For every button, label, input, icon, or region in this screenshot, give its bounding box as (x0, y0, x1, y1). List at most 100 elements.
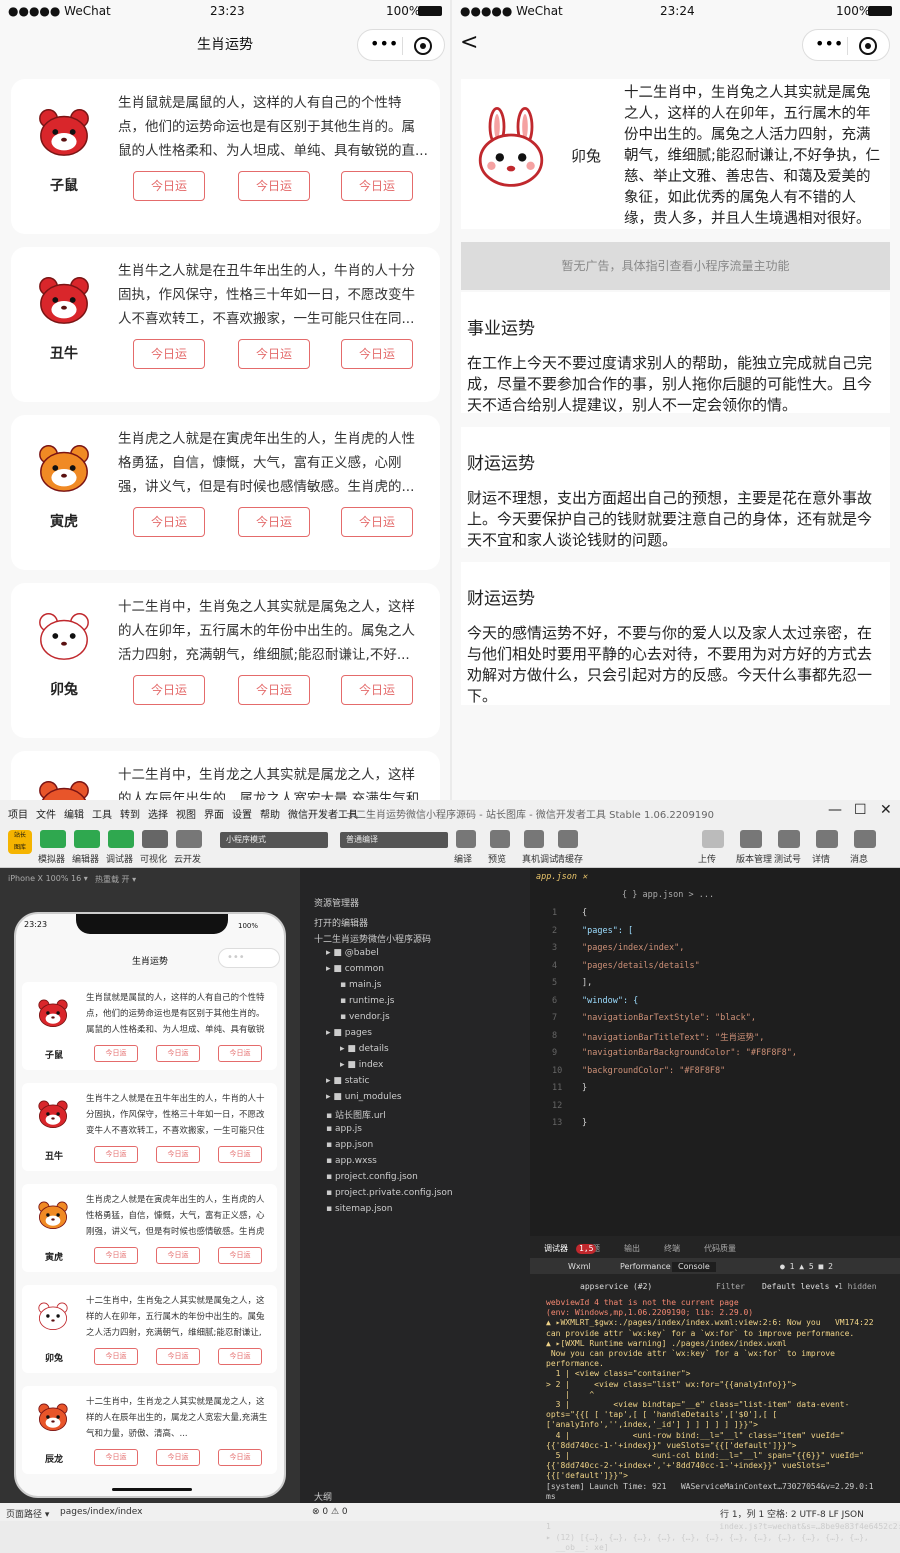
today-fortune-button[interactable]: 今日运 (94, 1449, 138, 1466)
today-fortune-button[interactable]: 今日运 (218, 1045, 262, 1062)
today-fortune-button[interactable]: 今日运 (238, 171, 310, 201)
menu-item[interactable]: 帮助 (260, 806, 280, 821)
maximize-icon[interactable]: ☐ (854, 802, 867, 818)
folder-item[interactable]: ▸ ■ uni_modules (326, 1092, 402, 1102)
menu-item[interactable]: 转到 (120, 806, 140, 821)
today-fortune-button[interactable]: 今日运 (238, 675, 310, 705)
file-item[interactable]: ▪ 站长图库.url (326, 1108, 386, 1121)
toolbar-mid-button[interactable] (558, 830, 578, 848)
toolbar-right-button[interactable] (740, 830, 762, 848)
close-miniprogram-icon[interactable] (414, 37, 432, 55)
today-fortune-button[interactable]: 今日运 (133, 507, 205, 537)
today-fortune-button[interactable]: 今日运 (238, 507, 310, 537)
device-select[interactable]: iPhone X 100% 16 ▾ (8, 874, 88, 883)
today-fortune-button[interactable]: 今日运 (156, 1348, 200, 1365)
code-editor[interactable]: app.json ✕ { } app.json > ... 1{2 "pages… (530, 868, 900, 1236)
toolbar-right-button[interactable] (702, 830, 724, 848)
toolbar-3-button[interactable] (142, 830, 168, 848)
close-icon[interactable]: ✕ (880, 802, 892, 818)
menu-item[interactable]: 微信开发者工具 (288, 806, 358, 821)
menu-capsule[interactable]: ••• (802, 29, 890, 61)
today-fortune-button[interactable]: 今日运 (156, 1449, 200, 1466)
file-item[interactable]: ▪ main.js (340, 980, 382, 990)
toolbar-mid-button[interactable] (490, 830, 510, 848)
today-fortune-button[interactable]: 今日运 (156, 1045, 200, 1062)
zodiac-card[interactable]: 卯兔 十二生肖中，生肖兔之人其实就是属兔之人，这样的人在卯年，五行属木的年份中出生… (11, 583, 440, 738)
today-fortune-button[interactable]: 今日运 (94, 1146, 138, 1163)
folder-item[interactable]: ▸ ■ index (340, 1060, 383, 1070)
folder-item[interactable]: ▸ ■ common (326, 964, 384, 974)
toolbar-mid-button[interactable] (524, 830, 544, 848)
issue-counts[interactable]: ⊗ 0 ⚠ 0 (312, 1507, 348, 1517)
today-fortune-button[interactable]: 今日运 (218, 1449, 262, 1466)
today-fortune-button[interactable]: 今日运 (218, 1348, 262, 1365)
sim-zodiac-card[interactable]: 子鼠 生肖鼠就是属鼠的人，这样的人有自己的个性特点，他们的运势命运也是有区别于其他… (22, 982, 277, 1070)
today-fortune-button[interactable]: 今日运 (156, 1247, 200, 1264)
file-item[interactable]: ▪ app.wxss (326, 1156, 377, 1166)
sim-zodiac-card[interactable]: 寅虎 生肖虎之人就是在寅虎年出生的人，生肖虎的人性格勇猛，自信，慷慨，大气，富有正… (22, 1184, 277, 1272)
toolbar-mid-button[interactable] (456, 830, 476, 848)
today-fortune-button[interactable]: 今日运 (218, 1146, 262, 1163)
back-icon[interactable]: < (460, 30, 478, 55)
toolbar-right-button[interactable] (816, 830, 838, 848)
today-fortune-button[interactable]: 今日运 (133, 675, 205, 705)
hotreload-toggle[interactable]: 热重载 开 ▾ (95, 874, 136, 885)
file-item[interactable]: ▪ app.json (326, 1140, 373, 1150)
today-fortune-button[interactable]: 今日运 (156, 1146, 200, 1163)
file-item[interactable]: ▪ runtime.js (340, 996, 394, 1006)
zodiac-card[interactable]: 辰龙十二生肖中，生肖龙之人其实就是属龙之人，这样的人在辰年出生的，属龙之人宽宏大… (11, 751, 440, 800)
today-fortune-button[interactable]: 今日运 (341, 675, 413, 705)
folder-item[interactable]: ▸ ■ details (340, 1044, 389, 1054)
toolbar-2-button[interactable] (108, 830, 134, 848)
sim-zodiac-card[interactable]: 卯兔 十二生肖中，生肖兔之人其实就是属兔之人，这样的人在卯年，五行属木的年份中出生… (22, 1285, 277, 1373)
more-icon[interactable]: ••• (815, 34, 843, 54)
toolbar-0-button[interactable] (40, 830, 66, 848)
sim-zodiac-card[interactable]: 辰龙 十二生肖中，生肖龙之人其实就是属龙之人，这样的人在辰年出生的，属龙之人宽宏大… (22, 1386, 277, 1474)
menu-item[interactable]: 设置 (232, 806, 252, 821)
more-icon[interactable]: ••• (370, 34, 398, 54)
zodiac-card[interactable]: 丑牛 生肖牛之人就是在丑牛年出生的人，牛肖的人十分固执，作风保守，性格三十年如一日… (11, 247, 440, 402)
menu-item[interactable]: 选择 (148, 806, 168, 821)
file-item[interactable]: ▪ project.config.json (326, 1172, 418, 1182)
outline[interactable]: 大纲 (314, 1490, 332, 1503)
menu-item[interactable]: 工具 (92, 806, 112, 821)
menu-capsule[interactable]: ••• (357, 29, 445, 61)
toolbar-right-button[interactable] (778, 830, 800, 848)
menu-item[interactable]: 项目 (8, 806, 28, 821)
today-fortune-button[interactable]: 今日运 (133, 339, 205, 369)
toolbar-right-button[interactable] (854, 830, 876, 848)
menu-item[interactable]: 视图 (176, 806, 196, 821)
minimize-icon[interactable]: — (828, 802, 842, 818)
menu-item[interactable]: 编辑 (64, 806, 84, 821)
toolbar-4-button[interactable] (176, 830, 202, 848)
folder-item[interactable]: ▸ ■ @babel (326, 948, 379, 958)
page-path-label[interactable]: 页面路径 ▾ (6, 1507, 49, 1520)
today-fortune-button[interactable]: 今日运 (218, 1247, 262, 1264)
sim-zodiac-card[interactable]: 丑牛 生肖牛之人就是在丑牛年出生的人，牛肖的人十分固执，作风保守，性格三十年如一日… (22, 1083, 277, 1171)
today-fortune-button[interactable]: 今日运 (94, 1045, 138, 1062)
zodiac-card[interactable]: 寅虎 生肖虎之人就是在寅虎年出生的人，生肖虎的人性格勇猛，自信，慷慨，大气，富有正… (11, 415, 440, 570)
toolbar-1-button[interactable] (74, 830, 100, 848)
today-fortune-button[interactable]: 今日运 (341, 507, 413, 537)
today-fortune-button[interactable]: 今日运 (341, 171, 413, 201)
folder-item[interactable]: ▸ ■ static (326, 1076, 369, 1086)
menu-item[interactable]: 界面 (204, 806, 224, 821)
mode-select[interactable]: 小程序模式 (220, 832, 328, 848)
today-fortune-button[interactable]: 今日运 (94, 1348, 138, 1365)
today-fortune-button[interactable]: 今日运 (341, 339, 413, 369)
menu-item[interactable]: 文件 (36, 806, 56, 821)
file-item[interactable]: ▪ project.private.config.json (326, 1188, 453, 1198)
file-item[interactable]: ▪ sitemap.json (326, 1204, 392, 1214)
zodiac-card[interactable]: 子鼠 生肖鼠就是属鼠的人，这样的人有自己的个性特点，他们的运势命运也是有区别于其他… (11, 79, 440, 234)
today-fortune-button[interactable]: 今日运 (94, 1247, 138, 1264)
sim-capsule[interactable]: ••• (218, 948, 280, 968)
today-fortune-button[interactable]: 今日运 (238, 339, 310, 369)
zodiac-name: 丑牛 (44, 1152, 63, 1162)
page-path[interactable]: pages/index/index (60, 1507, 142, 1517)
compile-select[interactable]: 普通编译 (340, 832, 448, 848)
folder-item[interactable]: ▸ ■ pages (326, 1028, 372, 1038)
file-item[interactable]: ▪ app.js (326, 1124, 362, 1134)
close-miniprogram-icon[interactable] (859, 37, 877, 55)
file-item[interactable]: ▪ vendor.js (340, 1012, 390, 1022)
today-fortune-button[interactable]: 今日运 (133, 171, 205, 201)
